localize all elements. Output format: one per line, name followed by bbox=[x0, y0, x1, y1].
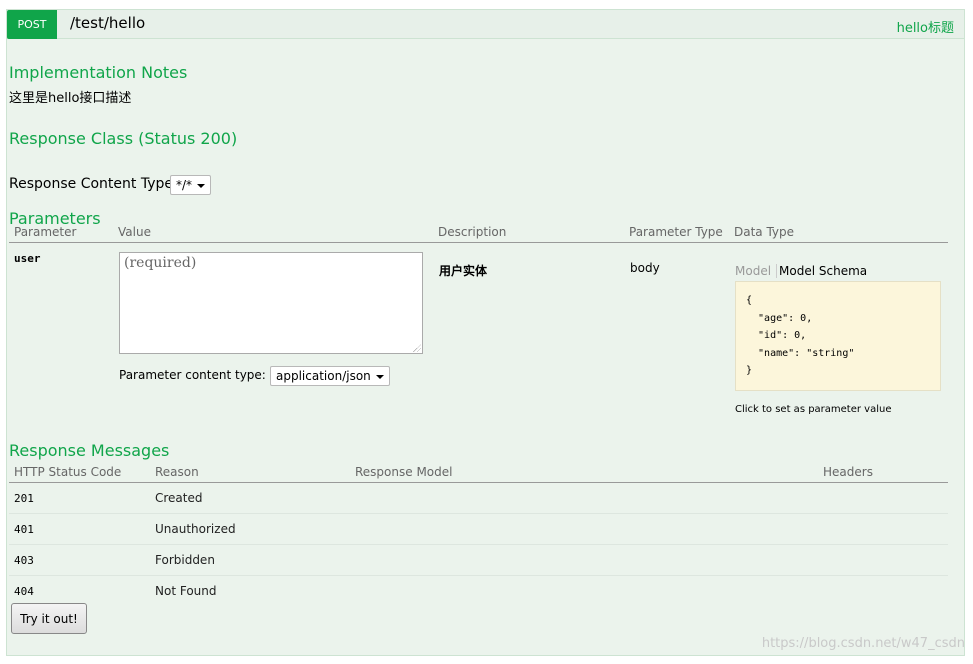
try-it-out-button[interactable]: Try it out! bbox=[11, 603, 87, 634]
col-description: Description bbox=[433, 222, 624, 243]
endpoint-path[interactable]: /test/hello bbox=[70, 14, 145, 32]
table-row: 404 Not Found bbox=[9, 575, 948, 606]
textarea-placeholder: (required) bbox=[124, 255, 197, 271]
table-row: 403 Forbidden bbox=[9, 544, 948, 576]
col-parameter: Parameter bbox=[9, 222, 113, 243]
chevron-down-icon bbox=[375, 375, 384, 379]
reason: Forbidden bbox=[150, 544, 350, 576]
reason: Created bbox=[150, 482, 350, 514]
status-code: 404 bbox=[14, 584, 34, 598]
response-content-type-value: */* bbox=[176, 178, 193, 192]
status-code: 201 bbox=[14, 491, 34, 505]
col-value: Value bbox=[113, 222, 433, 243]
model-schema-snippet[interactable]: { "age": 0, "id": 0, "name": "string" } bbox=[735, 281, 941, 391]
tab-model[interactable]: Model bbox=[735, 264, 778, 278]
table-row: 401 Unauthorized bbox=[9, 513, 948, 545]
table-row: 201 Created bbox=[9, 482, 948, 514]
parameter-content-type-select[interactable]: application/json bbox=[270, 366, 390, 386]
response-messages-heading: Response Messages bbox=[9, 441, 170, 460]
col-parameter-type: Parameter Type bbox=[624, 222, 729, 243]
watermark: https://blog.csdn.net/w47_csdn bbox=[761, 636, 965, 651]
param-type: body bbox=[630, 261, 660, 275]
resize-grip-icon[interactable] bbox=[413, 344, 421, 352]
chevron-down-icon bbox=[197, 184, 206, 188]
implementation-notes-text: 这里是hello接口描述 bbox=[9, 91, 132, 106]
schema-click-hint: Click to set as parameter value bbox=[735, 404, 892, 415]
response-content-type-select[interactable]: */* bbox=[170, 175, 212, 195]
implementation-notes-heading: Implementation Notes bbox=[9, 63, 188, 82]
response-messages-table: HTTP Status Code Reason Response Model H… bbox=[9, 462, 948, 606]
status-code: 403 bbox=[14, 553, 34, 567]
parameter-content-type-label: Parameter content type: bbox=[119, 368, 266, 382]
param-name: user bbox=[14, 251, 41, 265]
tab-model-schema[interactable]: Model Schema bbox=[777, 264, 872, 278]
user-body-textarea[interactable]: (required) bbox=[119, 252, 423, 354]
col-http-status-code: HTTP Status Code bbox=[9, 462, 150, 483]
param-description: 用户实体 bbox=[439, 264, 488, 278]
operation-header[interactable]: POST /test/hello hello标题 bbox=[7, 10, 964, 39]
operation-summary[interactable]: hello标题 bbox=[897, 17, 954, 36]
response-class-heading: Response Class (Status 200) bbox=[9, 129, 238, 148]
col-headers: Headers bbox=[818, 462, 948, 483]
response-content-type-label: Response Content Type bbox=[9, 176, 173, 192]
status-code: 401 bbox=[14, 522, 34, 536]
model-tabs: Model Model Schema bbox=[735, 264, 872, 278]
reason: Unauthorized bbox=[150, 513, 350, 545]
reason: Not Found bbox=[155, 583, 217, 598]
parameter-content-type-value: application/json bbox=[276, 369, 371, 383]
col-data-type: Data Type bbox=[729, 222, 948, 243]
http-verb-badge[interactable]: POST bbox=[7, 10, 57, 39]
col-response-model: Response Model bbox=[350, 462, 818, 483]
col-reason: Reason bbox=[150, 462, 350, 483]
